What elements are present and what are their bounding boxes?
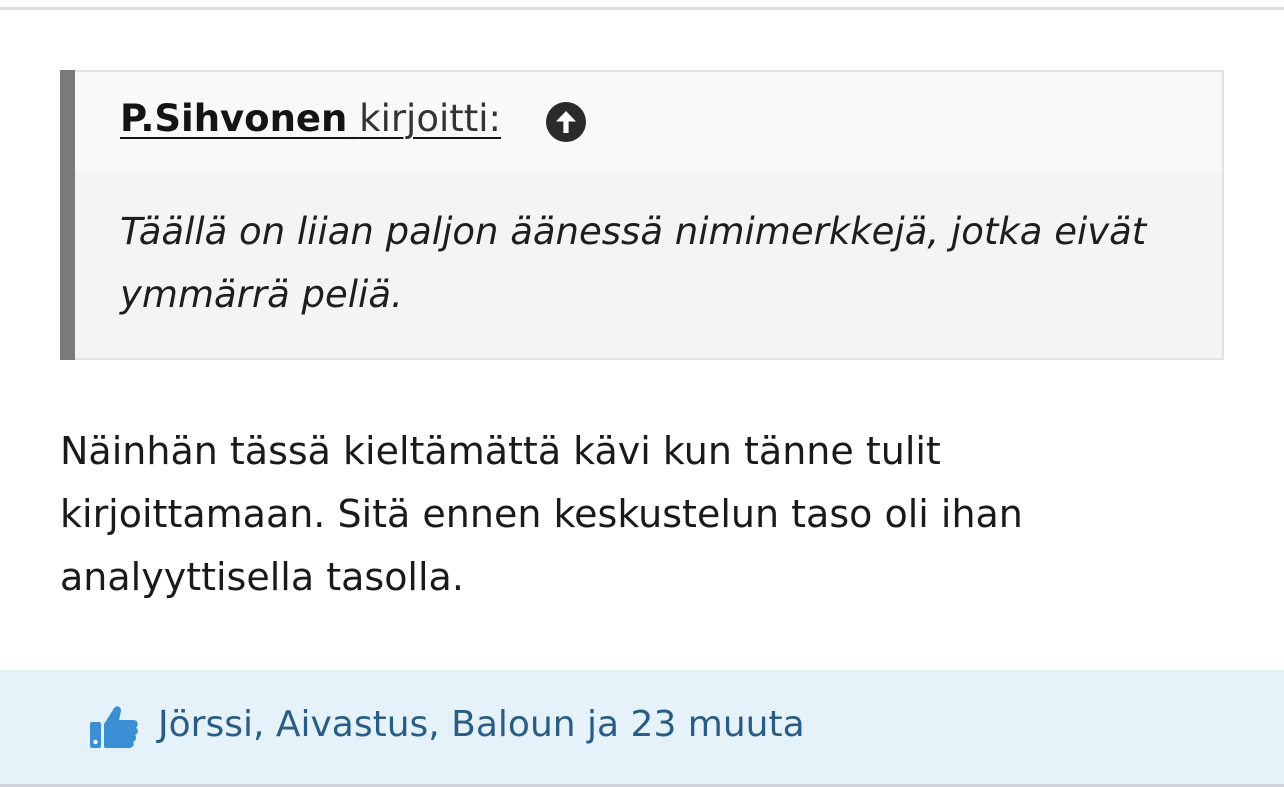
top-divider: [0, 7, 1284, 10]
quote-block: P.Sihvonen kirjoitti: Täällä on liian pa…: [60, 70, 1224, 360]
reactions-bar: Jörssi, Aivastus, Baloun ja 23 muuta: [0, 670, 1284, 784]
quote-body: Täällä on liian paljon äänessä nimimerkk…: [120, 210, 1147, 316]
quote-wrote-label: kirjoitti:: [359, 97, 502, 140]
reaction-users-link[interactable]: Jörssi, Aivastus, Baloun ja 23 muuta: [158, 702, 805, 748]
quote-author: P.Sihvonen: [120, 97, 348, 140]
quote-attribution-link[interactable]: P.Sihvonen kirjoitti:: [120, 96, 501, 142]
quote-header: P.Sihvonen kirjoitti:: [75, 72, 1222, 172]
quote-bar: [60, 70, 75, 360]
arrow-up-circle-icon[interactable]: [546, 102, 586, 142]
post-body: Näinhän tässä kieltämättä kävi kun tänne…: [60, 429, 1023, 599]
thumbs-up-icon[interactable]: [88, 700, 140, 752]
